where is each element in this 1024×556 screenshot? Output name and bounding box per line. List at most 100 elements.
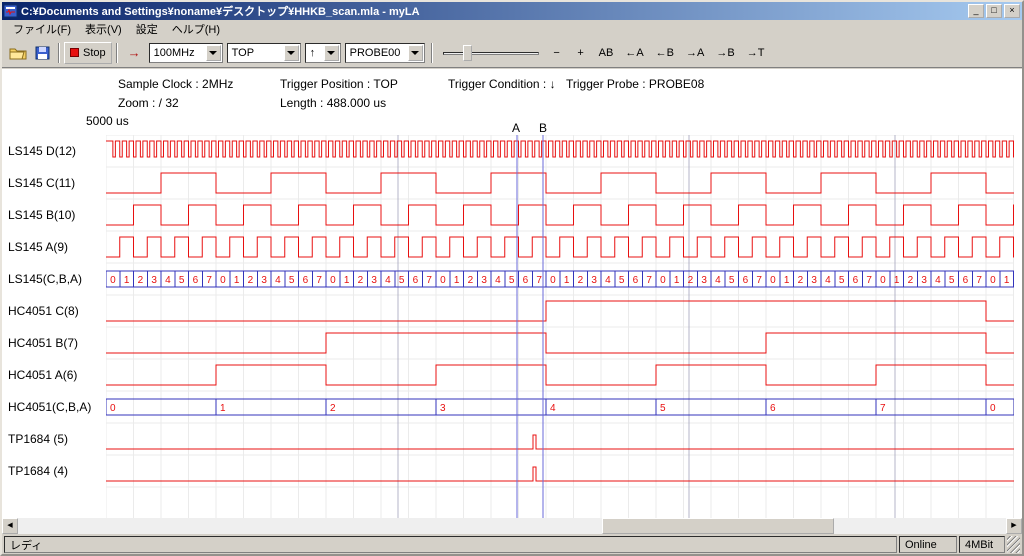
chevron-down-icon[interactable] [324, 45, 339, 61]
goto-b-left-button[interactable]: ←B [650, 42, 680, 64]
waveform-trace [106, 333, 1014, 353]
goto-a-left-button[interactable]: ←A [619, 42, 649, 64]
trigger-edge-select[interactable]: ↑ [305, 43, 341, 63]
save-button[interactable] [30, 42, 54, 64]
bus-value: 2 [688, 275, 694, 286]
menu-settings[interactable]: 設定 [129, 19, 165, 39]
goto-a-right-button[interactable]: →A [680, 42, 710, 64]
bus-value: 3 [701, 275, 707, 286]
bus-value: 0 [770, 275, 776, 286]
bus-value: 0 [220, 275, 226, 286]
chevron-down-icon[interactable] [206, 45, 221, 61]
cursor-a-label[interactable]: A [512, 121, 520, 135]
bus-value: 6 [523, 275, 529, 286]
bus-value: 4 [550, 403, 556, 414]
bus-value: 0 [110, 275, 116, 286]
cursor-b-label[interactable]: B [539, 121, 547, 135]
channel-label: LS145(C,B,A) [8, 272, 105, 286]
app-window: C:¥Documents and Settings¥noname¥デスクトップ¥… [0, 0, 1024, 556]
bus-value: 6 [633, 275, 639, 286]
bus-value: 7 [536, 275, 542, 286]
clock-select[interactable]: 100MHz [149, 43, 223, 63]
scrollbar-thumb[interactable] [602, 518, 834, 534]
titlebar: C:¥Documents and Settings¥noname¥デスクトップ¥… [2, 2, 1022, 20]
bus-value: 1 [674, 275, 680, 286]
bus-value: 0 [990, 403, 996, 414]
bus-value: 6 [303, 275, 309, 286]
bus-value: 4 [715, 275, 721, 286]
bus-value: 5 [289, 275, 295, 286]
menu-view[interactable]: 表示(V) [78, 19, 129, 39]
bus-value: 3 [591, 275, 597, 286]
bus-value: 1 [564, 275, 570, 286]
bus-value: 2 [248, 275, 254, 286]
scroll-right-icon[interactable]: ▶ [1006, 518, 1022, 534]
bus-value: 7 [866, 275, 872, 286]
trigger-probe-text: Trigger Probe : PROBE08 [566, 77, 704, 91]
bus-value: 3 [371, 275, 377, 286]
bus-value: 5 [729, 275, 735, 286]
trigger-position-text: Trigger Position : TOP [280, 77, 398, 91]
bus-value: 2 [908, 275, 914, 286]
bus-value: 0 [110, 403, 116, 414]
waveform-workspace: Sample Clock : 2MHz Trigger Position : T… [2, 69, 1022, 518]
bus-value: 1 [1004, 275, 1010, 286]
bus-value: 4 [165, 275, 171, 286]
bus-value: 6 [413, 275, 419, 286]
time-origin-label: 5000 us [86, 114, 129, 128]
bus-value: 2 [798, 275, 804, 286]
horizontal-scrollbar[interactable]: ◀ ▶ [2, 518, 1022, 534]
close-button[interactable]: × [1004, 4, 1020, 18]
bus-value: 1 [784, 275, 790, 286]
bus-value: 4 [385, 275, 391, 286]
waveform-trace [106, 301, 1014, 321]
bus-value: 5 [179, 275, 185, 286]
goto-b-right-button[interactable]: →B [710, 42, 740, 64]
bus-value: 3 [151, 275, 157, 286]
chevron-down-icon[interactable] [284, 45, 299, 61]
toolbar-separator [58, 43, 60, 63]
bus-value: 6 [853, 275, 859, 286]
length-text: Length : 488.000 us [280, 96, 386, 110]
open-button[interactable] [6, 42, 30, 64]
bus-value: 7 [426, 275, 432, 286]
menu-help[interactable]: ヘルプ(H) [165, 19, 227, 39]
bus-value: 5 [619, 275, 625, 286]
bus-value: 4 [605, 275, 611, 286]
bus-value: 4 [495, 275, 501, 286]
bus-value: 7 [316, 275, 322, 286]
bus-value: 3 [481, 275, 487, 286]
waveform-trace [106, 205, 1014, 225]
scroll-left-icon[interactable]: ◀ [2, 518, 18, 534]
maximize-button[interactable]: □ [986, 4, 1002, 18]
menu-file[interactable]: ファイル(F) [6, 19, 78, 39]
bus-value: 7 [976, 275, 982, 286]
bus-value: 5 [399, 275, 405, 286]
ab-button[interactable]: AB [593, 42, 620, 64]
channel-label: HC4051 C(8) [8, 304, 105, 318]
stop-button[interactable]: Stop [64, 42, 112, 64]
bus-value: 5 [949, 275, 955, 286]
zoom-slider-thumb[interactable] [463, 45, 472, 61]
chevron-down-icon[interactable] [408, 45, 423, 61]
zoom-in-button[interactable]: + [569, 42, 593, 64]
zoom-slider[interactable] [443, 43, 539, 63]
minimize-button[interactable]: _ [968, 4, 984, 18]
bus-value: 3 [261, 275, 267, 286]
probe-select[interactable]: PROBE00 [345, 43, 425, 63]
resize-grip[interactable] [1007, 536, 1020, 553]
bus-value: 6 [743, 275, 749, 286]
run-button[interactable]: → [122, 42, 147, 64]
zoom-out-button[interactable]: − [545, 42, 569, 64]
channel-label: HC4051 A(6) [8, 368, 105, 382]
bus-value: 3 [811, 275, 817, 286]
goto-trigger-button[interactable]: →T [741, 42, 771, 64]
status-online: Online [899, 536, 957, 553]
zoom-text: Zoom : / 32 [118, 96, 179, 110]
statusbar: レディ Online 4MBit [2, 535, 1022, 554]
run-arrow-icon: → [128, 45, 141, 60]
bus-value: 1 [894, 275, 900, 286]
trigger-position-select[interactable]: TOP [227, 43, 301, 63]
bus-value: 5 [839, 275, 845, 286]
toolbar: Stop → 100MHz TOP ↑ PROBE00 − + AB ←A [2, 38, 1022, 68]
